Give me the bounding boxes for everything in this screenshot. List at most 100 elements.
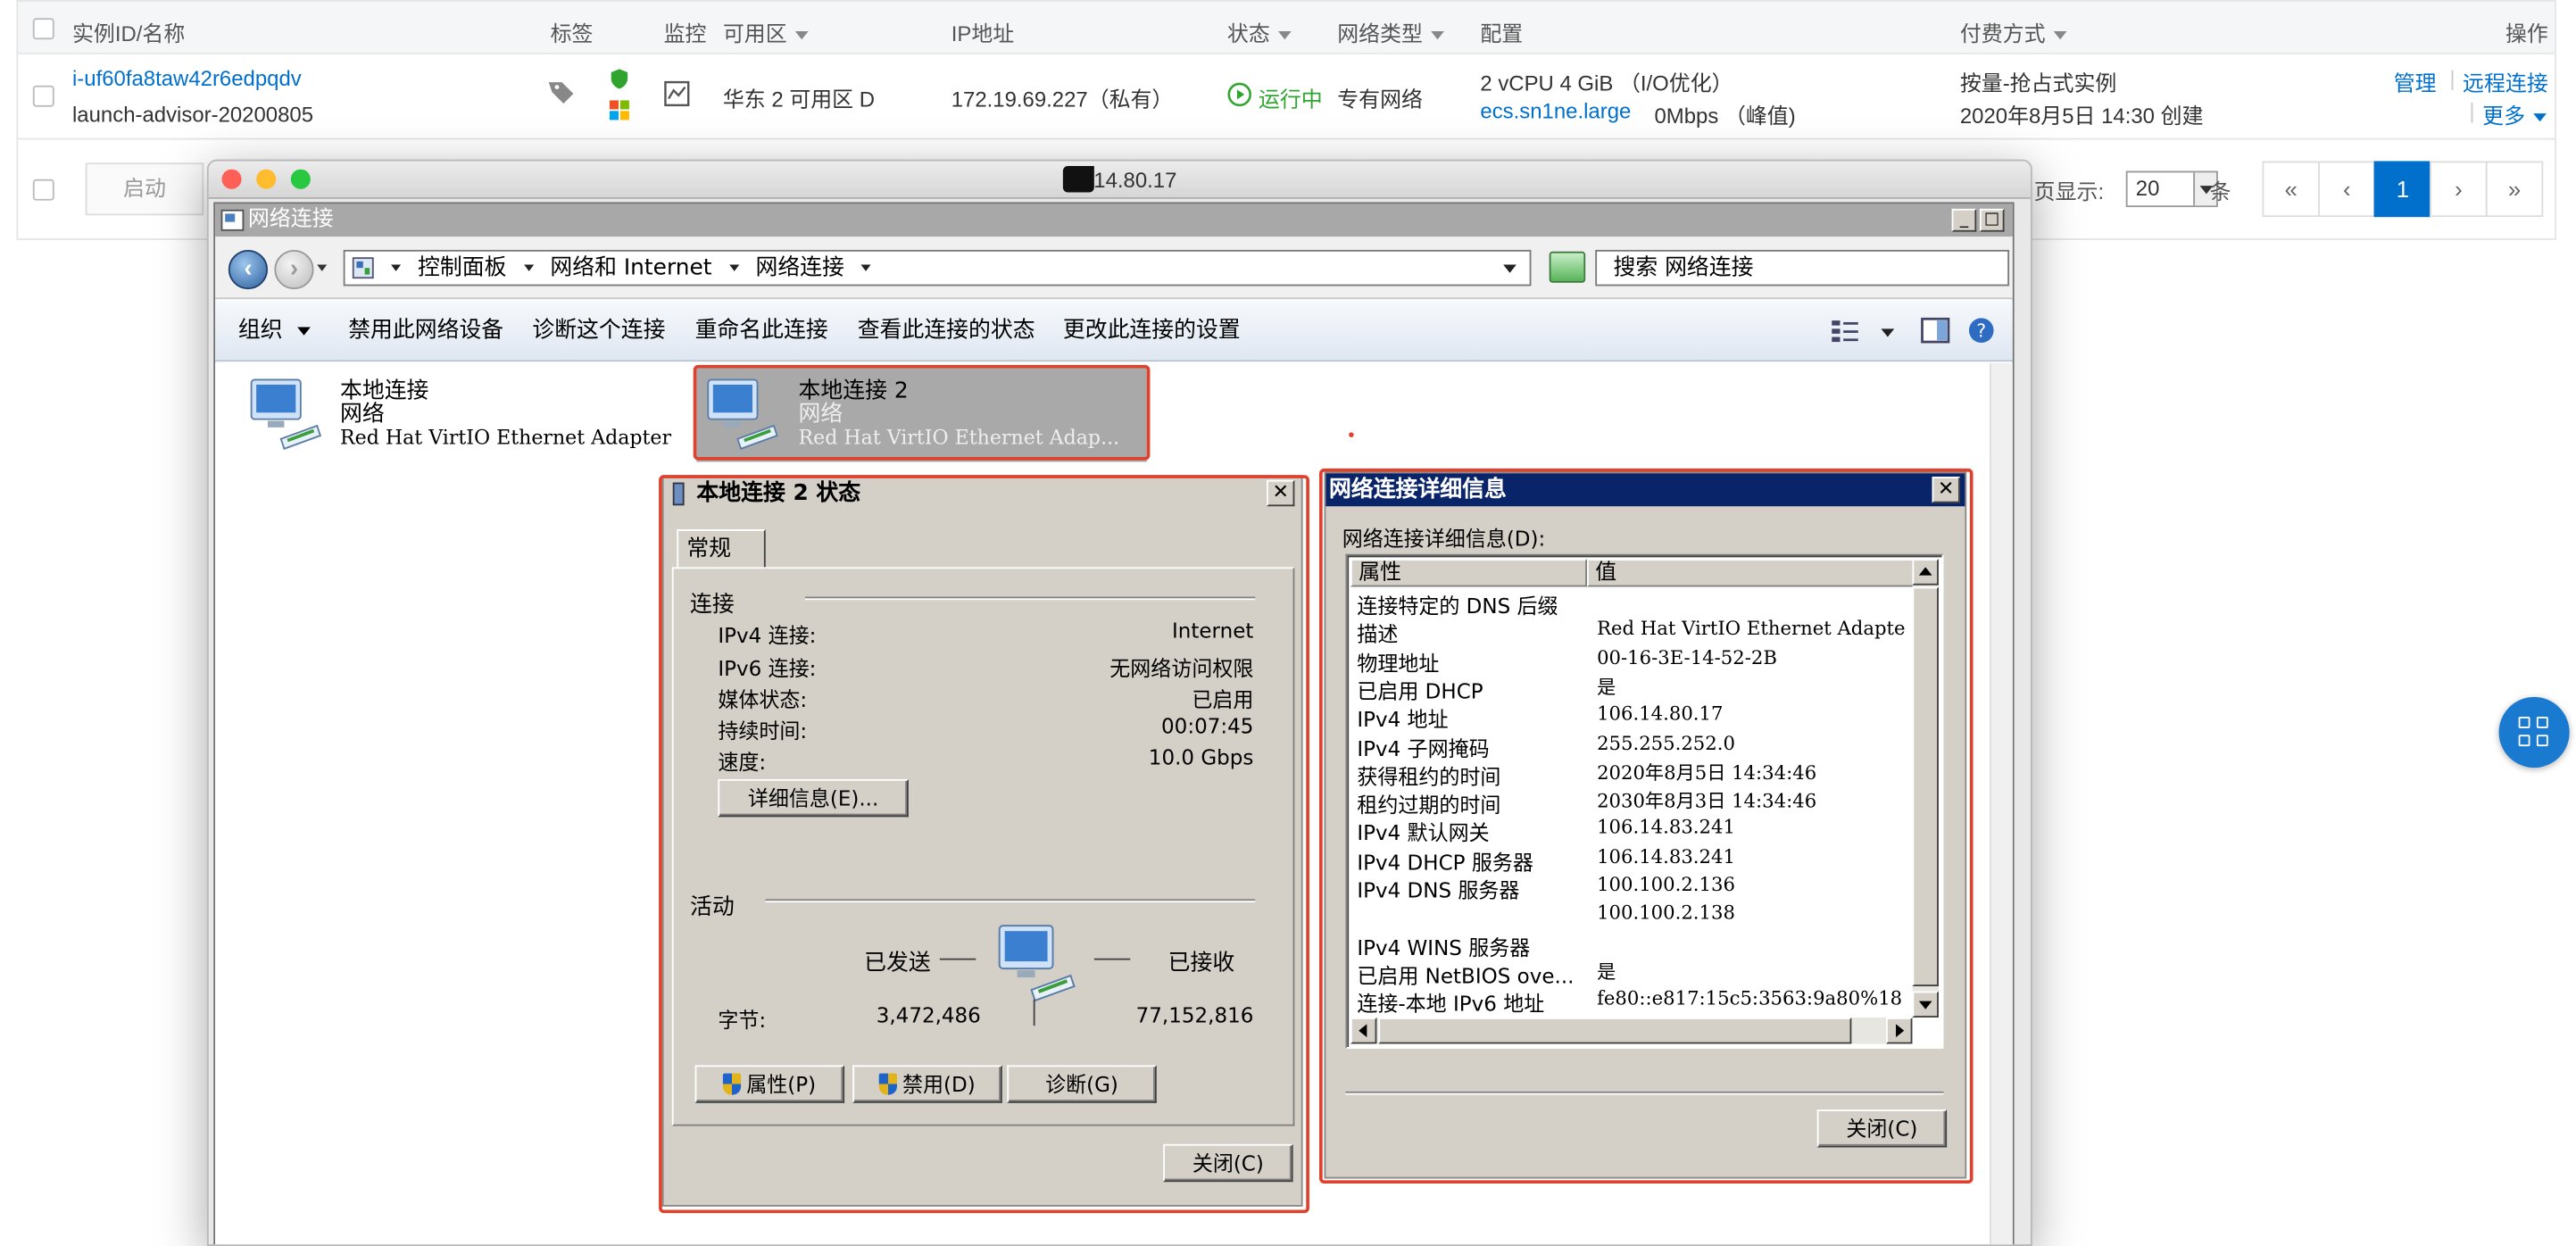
apps-grid-button[interactable] xyxy=(2498,696,2570,768)
property-name: IPv4 DNS 服务器 xyxy=(1357,877,1520,903)
grid-cell xyxy=(2518,735,2530,747)
view-options-icon[interactable] xyxy=(1830,317,1859,343)
remote-window-titlebar[interactable]: 14.80.17 xyxy=(208,161,2031,199)
network-folder-icon xyxy=(220,209,245,231)
close-icon[interactable]: ✕ xyxy=(1267,479,1295,507)
footer-select-all-checkbox[interactable] xyxy=(32,179,54,201)
organize-menu[interactable]: 组织 xyxy=(238,301,312,361)
breadcrumb-separator[interactable] xyxy=(523,264,534,271)
disable-device-button[interactable]: 禁用此网络设备 xyxy=(348,301,503,361)
more-dropdown[interactable]: 更多 xyxy=(2482,99,2547,130)
col-ip: IP地址 xyxy=(951,21,1015,46)
property-value: 2030年8月3日 14:34:46 xyxy=(1597,789,1817,812)
close-icon[interactable]: ✕ xyxy=(1932,477,1960,503)
property-value: fe80::e817:15c5:3563:9a80%18 xyxy=(1597,986,1903,1010)
network-adapter-icon xyxy=(250,378,322,450)
scroll-left-button[interactable] xyxy=(1350,1018,1377,1044)
explorer-scrollbar[interactable] xyxy=(1989,363,2013,1245)
search-input[interactable]: 搜索 网络连接 xyxy=(1595,249,2010,287)
tag-icon[interactable] xyxy=(547,79,577,104)
details-list[interactable]: 属性 值 连接特定的 DNS 后缀 描述 Red Hat VirtIO Ethern… xyxy=(1345,553,1944,1050)
view-dropdown-icon[interactable] xyxy=(1881,328,1895,337)
row-checkbox[interactable] xyxy=(32,85,54,107)
close-window-button[interactable] xyxy=(221,169,242,189)
breadcrumb-separator[interactable] xyxy=(391,264,402,271)
scroll-up-button[interactable] xyxy=(1912,559,1939,586)
col-monitor: 监控 xyxy=(663,21,707,46)
breadcrumb-network-internet[interactable]: 网络和 Internet xyxy=(550,254,711,280)
address-bar[interactable]: 控制面板 网络和 Internet 网络连接 xyxy=(343,249,1532,287)
page-size-label: 页显示: xyxy=(2033,179,2105,204)
breadcrumb-control-panel[interactable]: 控制面板 xyxy=(418,254,506,280)
column-header-property[interactable]: 属性 xyxy=(1350,559,1588,587)
network-type-value: 专有网络 xyxy=(1337,87,1423,112)
diagnose-connection-button[interactable]: 诊断这个连接 xyxy=(532,301,665,361)
address-dropdown-icon[interactable] xyxy=(1503,264,1517,273)
chevron-down-icon xyxy=(297,326,312,335)
details-button[interactable]: 详细信息(E)... xyxy=(718,778,909,818)
running-status-icon xyxy=(1227,82,1251,107)
next-page-button[interactable]: › xyxy=(2430,161,2488,218)
scroll-thumb[interactable] xyxy=(1378,1018,1852,1044)
column-header-value[interactable]: 值 xyxy=(1587,559,1916,587)
breadcrumb-network-connections[interactable]: 网络连接 xyxy=(755,254,843,280)
minimize-button[interactable]: _ xyxy=(1951,208,1977,232)
connection-item-local[interactable]: 本地连接 网络 Red Hat VirtIO Ethernet Adapter xyxy=(340,379,671,448)
connection-name: 本地连接 2 xyxy=(798,378,909,405)
col-zone[interactable]: 可用区 xyxy=(723,16,809,47)
back-arrow-icon[interactable]: ‹ xyxy=(228,249,269,290)
scroll-right-button[interactable] xyxy=(1886,1018,1913,1044)
uac-shield-icon xyxy=(879,1073,898,1095)
details-close-button[interactable]: 关闭(C) xyxy=(1816,1109,1948,1148)
bytes-label: 字节: xyxy=(718,1007,767,1033)
rename-connection-button[interactable]: 重命名此连接 xyxy=(695,301,828,361)
manage-link[interactable]: 管理 xyxy=(2394,66,2437,97)
history-dropdown-icon[interactable] xyxy=(317,264,328,271)
instance-type-link[interactable]: ecs.sn1ne.large xyxy=(1480,99,1631,124)
vertical-scrollbar[interactable] xyxy=(1912,559,1939,1018)
ipv6-connection-value: 无网络访问权限 xyxy=(1109,655,1254,681)
created-time: 2020年8月5日 14:30 创建 xyxy=(1959,104,2204,129)
prev-page-button[interactable]: ‹ xyxy=(2318,161,2376,218)
received-label: 已接收 xyxy=(1168,950,1235,976)
col-network[interactable]: 网络类型 xyxy=(1337,16,1444,47)
last-page-button[interactable]: » xyxy=(2485,161,2544,218)
forward-arrow-icon[interactable]: › xyxy=(274,249,314,290)
monitor-chart-icon[interactable] xyxy=(664,80,690,107)
details-dialog-titlebar: 网络连接详细信息 ✕ xyxy=(1325,473,1965,507)
first-page-button[interactable]: « xyxy=(2262,161,2320,218)
chevron-down-icon xyxy=(1278,31,1292,40)
zoom-window-button[interactable] xyxy=(290,169,311,189)
page-1-button[interactable]: 1 xyxy=(2373,161,2432,218)
page-size-select[interactable]: 20 xyxy=(2125,170,2218,208)
col-billing[interactable]: 付费方式 xyxy=(1960,16,2067,47)
minimize-window-button[interactable] xyxy=(256,169,277,189)
chevron-down-icon xyxy=(794,31,809,40)
svg-text:?: ? xyxy=(1976,320,1986,342)
col-actions: 操作 xyxy=(2505,21,2548,46)
diagnose-button[interactable]: 诊断(G) xyxy=(1007,1065,1157,1103)
general-panel: 连接 IPv4 连接: Internet IPv6 连接: 无网络访问权限 媒体… xyxy=(671,567,1295,1126)
help-icon[interactable]: ? xyxy=(1966,317,1996,343)
preview-pane-icon[interactable] xyxy=(1921,317,1950,344)
instance-id-link[interactable]: i-uf60fa8taw42r6edpqdv xyxy=(72,66,302,91)
refresh-icon[interactable] xyxy=(1549,251,1586,283)
view-status-button[interactable]: 查看此连接的状态 xyxy=(858,301,1035,361)
breadcrumb-separator[interactable] xyxy=(728,264,739,271)
start-button[interactable]: 启动 xyxy=(85,162,204,216)
remote-connect-link[interactable]: 远程连接 xyxy=(2463,66,2548,97)
select-all-checkbox[interactable] xyxy=(32,18,54,40)
status-close-button[interactable]: 关闭(C) xyxy=(1163,1143,1293,1183)
maximize-button[interactable]: □ xyxy=(1979,208,2005,232)
scroll-thumb[interactable] xyxy=(1912,586,1939,987)
change-settings-button[interactable]: 更改此连接的设置 xyxy=(1063,301,1241,361)
disable-button[interactable]: 禁用(D) xyxy=(852,1065,1002,1103)
billing-type: 按量-抢占式实例 xyxy=(1959,71,2117,96)
properties-button[interactable]: 属性(P) xyxy=(694,1065,845,1103)
col-status[interactable]: 状态 xyxy=(1227,16,1292,47)
properties-label: 属性(P) xyxy=(746,1071,817,1097)
breadcrumb-separator[interactable] xyxy=(860,264,871,271)
horizontal-scrollbar[interactable] xyxy=(1350,1018,1913,1044)
tab-general[interactable]: 常规 xyxy=(677,529,766,569)
scroll-down-button[interactable] xyxy=(1912,991,1939,1018)
